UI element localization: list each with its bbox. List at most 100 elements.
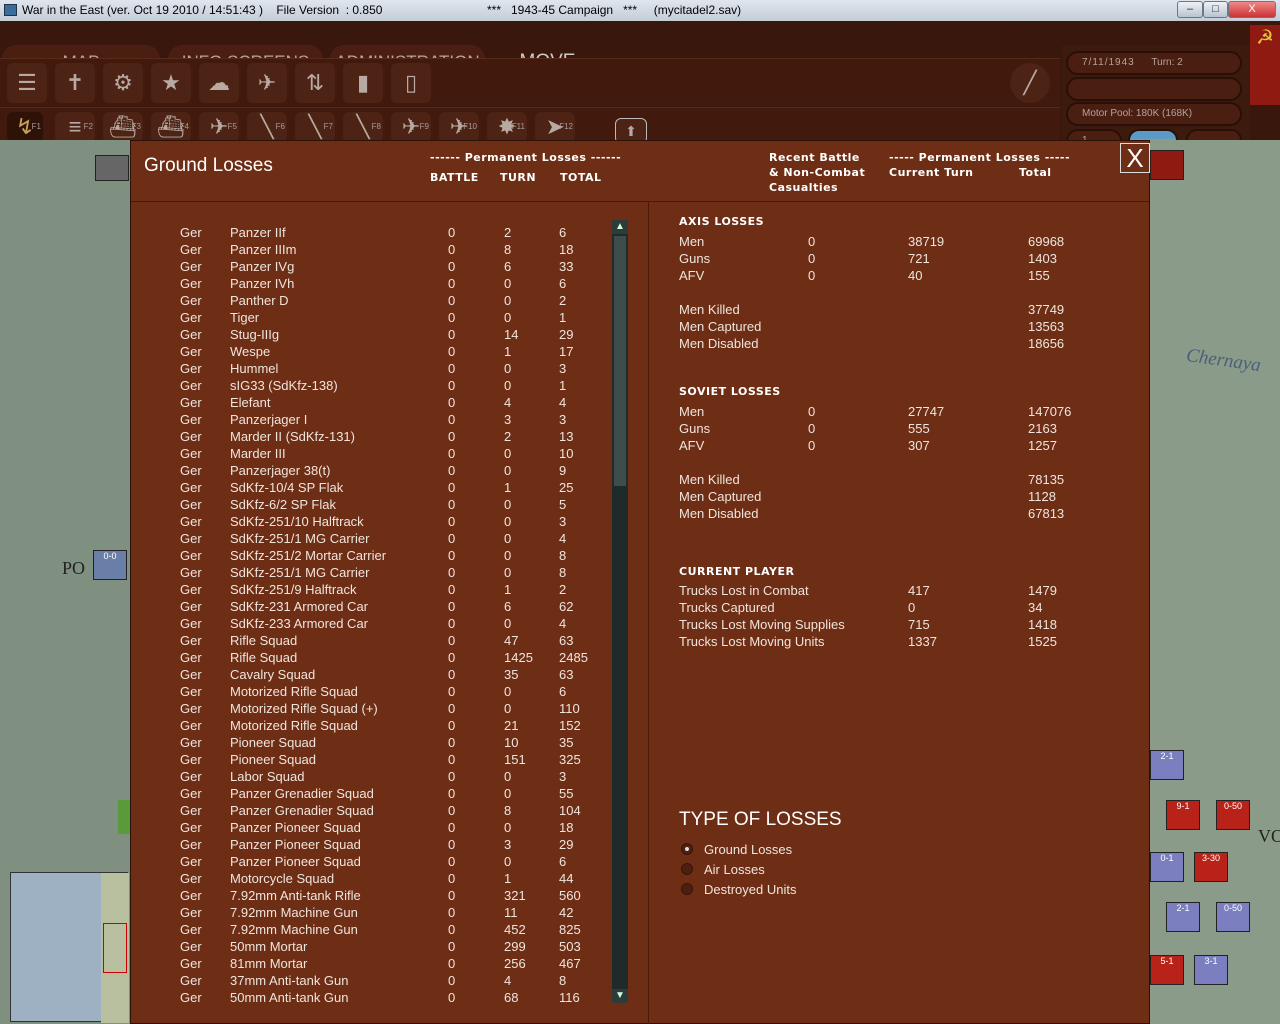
cell-battle: 0 bbox=[448, 990, 456, 1005]
truck-cell: Trucks Lost Moving Supplies bbox=[679, 617, 845, 632]
cell-unit-name: 7.92mm Anti-tank Rifle bbox=[230, 888, 361, 903]
cell-battle: 0 bbox=[448, 684, 456, 699]
unit-counter[interactable]: 5-1 bbox=[1150, 955, 1184, 985]
naval-transport-icon[interactable]: ⛴ F3 bbox=[103, 112, 143, 142]
scroll-down-button[interactable]: ▼ bbox=[612, 989, 628, 1003]
minimize-button[interactable]: – bbox=[1177, 1, 1203, 18]
cell-nation: Ger bbox=[180, 497, 202, 512]
minimap[interactable] bbox=[10, 872, 129, 1023]
radio-label[interactable]: Ground Losses bbox=[704, 841, 792, 858]
truck-cell: 1479 bbox=[1028, 583, 1057, 598]
cell-battle: 0 bbox=[448, 735, 456, 750]
unit-counter[interactable]: 3-1 bbox=[1194, 955, 1228, 985]
unit-counter[interactable]: 0-0 bbox=[93, 550, 127, 580]
amphibious-icon[interactable]: ⛴ F4 bbox=[151, 112, 191, 142]
radio-label[interactable]: Air Losses bbox=[704, 861, 765, 878]
cell-nation: Ger bbox=[180, 684, 202, 699]
artillery-supply-icon[interactable]: ╲ F8 bbox=[343, 112, 383, 142]
air-bomb-icon[interactable]: ✈ F10 bbox=[439, 112, 479, 142]
rail-icon[interactable]: ≡ F2 bbox=[55, 112, 95, 142]
cell-total: 33 bbox=[559, 259, 574, 274]
cell-total: 29 bbox=[559, 837, 574, 852]
bombard-icon[interactable]: ╲ F6 bbox=[247, 112, 287, 142]
cell-total: 63 bbox=[559, 667, 574, 682]
cell-nation: Ger bbox=[180, 599, 202, 614]
unit-counter[interactable]: 3-30 bbox=[1194, 852, 1228, 882]
unit-counter[interactable]: 0-1 bbox=[1150, 852, 1184, 882]
cell-unit-name: Motorized Rifle Squad bbox=[230, 684, 358, 699]
cell-turn: 256 bbox=[504, 956, 526, 971]
cell-turn: 8 bbox=[504, 803, 512, 818]
summary-cell: 721 bbox=[908, 251, 930, 266]
report-flag-icon[interactable]: ▮ bbox=[343, 63, 383, 103]
production-gear-icon[interactable]: ⚙ bbox=[103, 63, 143, 103]
cell-total: 1 bbox=[559, 310, 567, 325]
cell-battle: 0 bbox=[448, 922, 456, 937]
col-turn-header: TURN bbox=[500, 171, 537, 184]
unit-counter[interactable] bbox=[1150, 150, 1184, 180]
cell-battle: 0 bbox=[448, 701, 456, 716]
cell-nation: Ger bbox=[180, 888, 202, 903]
cell-nation: Ger bbox=[180, 412, 202, 427]
report-blank-icon[interactable]: ▯ bbox=[391, 63, 431, 103]
units-list-icon[interactable]: ☰ bbox=[7, 63, 47, 103]
cell-unit-name: 7.92mm Machine Gun bbox=[230, 905, 358, 920]
radio-ground-losses[interactable] bbox=[681, 843, 693, 855]
soviet-flag-icon[interactable]: ☭ bbox=[1250, 25, 1280, 105]
cell-turn: 0 bbox=[504, 293, 512, 308]
radio-air-losses[interactable] bbox=[681, 863, 693, 875]
weather-map-icon[interactable]: ☁ bbox=[199, 63, 239, 103]
cell-total: 3 bbox=[559, 769, 567, 784]
air-transfer-icon[interactable]: ⇅ bbox=[295, 63, 335, 103]
unit-counter[interactable] bbox=[95, 155, 129, 181]
cell-turn: 299 bbox=[504, 939, 526, 954]
artillery-icon[interactable]: ╲ F7 bbox=[295, 112, 335, 142]
cell-battle: 0 bbox=[448, 463, 456, 478]
unit-counter[interactable] bbox=[118, 800, 130, 834]
close-window-button[interactable]: X bbox=[1228, 1, 1276, 18]
cell-nation: Ger bbox=[180, 820, 202, 835]
cell-turn: 0 bbox=[504, 276, 512, 291]
maximize-button[interactable]: □ bbox=[1203, 1, 1228, 18]
cell-battle: 0 bbox=[448, 361, 456, 376]
move-path-icon[interactable]: ↯ F1 bbox=[7, 112, 43, 142]
radio-label[interactable]: Destroyed Units bbox=[704, 881, 796, 898]
unit-counter[interactable]: 0-50 bbox=[1216, 902, 1250, 932]
toggle-slash-icon[interactable]: ╱ bbox=[1010, 63, 1050, 103]
cell-turn: 0 bbox=[504, 565, 512, 580]
end-turn-icon[interactable]: ➤ F12 bbox=[535, 112, 575, 142]
cell-unit-name: SdKfz-251/1 MG Carrier bbox=[230, 565, 370, 580]
cell-total: 42 bbox=[559, 905, 574, 920]
close-dialog-button[interactable]: X bbox=[1120, 143, 1150, 173]
summary-cell: 1403 bbox=[1028, 251, 1057, 266]
cell-nation: Ger bbox=[180, 939, 202, 954]
right-group-header: ----- Permanent Losses ----- bbox=[889, 151, 1071, 164]
dialog-title: Ground Losses bbox=[144, 155, 273, 176]
motor-pool-display: Motor Pool: 180K (168K) bbox=[1066, 102, 1242, 126]
cell-battle: 0 bbox=[448, 395, 456, 410]
losses-crosses-icon[interactable]: ✝ bbox=[55, 63, 95, 103]
cell-total: 63 bbox=[559, 633, 574, 648]
air-missions-icon[interactable]: ✈ bbox=[247, 63, 287, 103]
victory-star-icon[interactable]: ★ bbox=[151, 63, 191, 103]
airdrop-icon[interactable]: ✈ F5 bbox=[199, 112, 239, 142]
cell-battle: 0 bbox=[448, 837, 456, 852]
radio-destroyed-units[interactable] bbox=[681, 883, 693, 895]
scroll-up-button[interactable]: ▲ bbox=[612, 220, 628, 234]
cell-nation: Ger bbox=[180, 565, 202, 580]
cell-unit-name: Motorcycle Squad bbox=[230, 871, 335, 886]
unit-counter[interactable]: 2-1 bbox=[1150, 750, 1184, 780]
cell-unit-name: Stug-IIIg bbox=[230, 327, 280, 342]
cell-turn: 0 bbox=[504, 769, 512, 784]
map-area-right[interactable]: Chernaya VO 2-1 9-1 0-50 0-1 3-30 2-1 0-… bbox=[1150, 140, 1280, 1024]
cell-nation: Ger bbox=[180, 429, 202, 444]
truck-cell: 715 bbox=[908, 617, 930, 632]
list-scrollbar[interactable]: ▲ ▼ bbox=[612, 220, 628, 1003]
explosion-icon[interactable]: ✸ F11 bbox=[487, 112, 527, 142]
unit-counter[interactable]: 0-50 bbox=[1216, 800, 1250, 830]
unit-counter[interactable]: 9-1 bbox=[1166, 800, 1200, 830]
unit-counter[interactable]: 2-1 bbox=[1166, 902, 1200, 932]
scroll-thumb[interactable] bbox=[614, 236, 626, 486]
air-attack-icon[interactable]: ✈ F9 bbox=[391, 112, 431, 142]
cell-turn: 452 bbox=[504, 922, 526, 937]
